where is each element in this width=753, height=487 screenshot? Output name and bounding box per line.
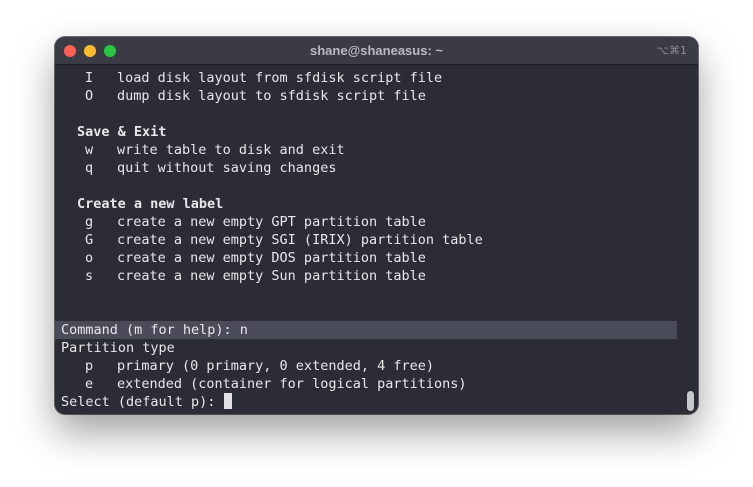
prompt-text: Select (default p):: [61, 394, 224, 410]
command-line: Command (m for help): n: [55, 321, 677, 339]
menu-line-write: w write table to disk and exit: [61, 141, 698, 159]
menu-line-gpt: g create a new empty GPT partition table: [61, 213, 698, 231]
menu-key: o: [85, 250, 94, 266]
menu-desc: load disk layout from sfdisk script file: [117, 70, 443, 86]
menu-desc: quit without saving changes: [117, 160, 337, 176]
menu-desc: create a new empty Sun partition table: [117, 268, 426, 284]
menu-line-quit: q quit without saving changes: [61, 159, 698, 177]
menu-line-load-script: Iload disk layout from sfdisk script fil…: [61, 69, 698, 87]
menu-desc: dump disk layout to sfdisk script file: [117, 88, 426, 104]
menu-desc: create a new empty SGI (IRIX) partition …: [117, 232, 483, 248]
heading-text: Save & Exit: [77, 124, 167, 140]
title-bar[interactable]: shane@shaneasus: ~ ⌥⌘1: [55, 37, 698, 65]
window-title: shane@shaneasus: ~: [310, 43, 443, 58]
terminal-window: shane@shaneasus: ~ ⌥⌘1 Iload disk layout…: [55, 37, 698, 414]
menu-key: q: [85, 160, 94, 176]
section-heading-create-label: Create a new label: [61, 195, 698, 213]
menu-key: g: [85, 214, 94, 230]
section-heading-save-exit: Save & Exit: [61, 123, 698, 141]
menu-line-sgi: Gcreate a new empty SGI (IRIX) partition…: [61, 231, 698, 249]
terminal-output[interactable]: Iload disk layout from sfdisk script fil…: [55, 65, 698, 414]
menu-key: p: [85, 358, 94, 374]
menu-key: w: [85, 142, 94, 158]
prompt-line[interactable]: Select (default p):: [61, 393, 698, 411]
menu-key: G: [85, 232, 94, 248]
menu-line-dos: o create a new empty DOS partition table: [61, 249, 698, 267]
menu-key: s: [85, 268, 94, 284]
menu-key: I: [85, 70, 94, 86]
menu-line-dump-script: Odump disk layout to sfdisk script file: [61, 87, 698, 105]
menu-line-sun: s create a new empty Sun partition table: [61, 267, 698, 285]
menu-desc: create a new empty GPT partition table: [117, 214, 426, 230]
menu-line-extended: e extended (container for logical partiti…: [61, 375, 698, 393]
menu-line-primary: p primary (0 primary, 0 extended, 4 free): [61, 357, 698, 375]
menu-key: e: [85, 376, 94, 392]
menu-desc: primary (0 primary, 0 extended, 4 free): [117, 358, 434, 374]
menu-key: O: [85, 88, 94, 104]
menu-desc: extended (container for logical partitio…: [117, 376, 467, 392]
menu-desc: write table to disk and exit: [117, 142, 345, 158]
window-shortcut: ⌥⌘1: [656, 44, 687, 57]
menu-desc: create a new empty DOS partition table: [117, 250, 426, 266]
partition-type-heading: Partition type: [61, 340, 175, 356]
scrollbar-thumb[interactable]: [687, 391, 694, 411]
heading-text: Create a new label: [77, 196, 224, 212]
text-cursor: [223, 393, 232, 409]
